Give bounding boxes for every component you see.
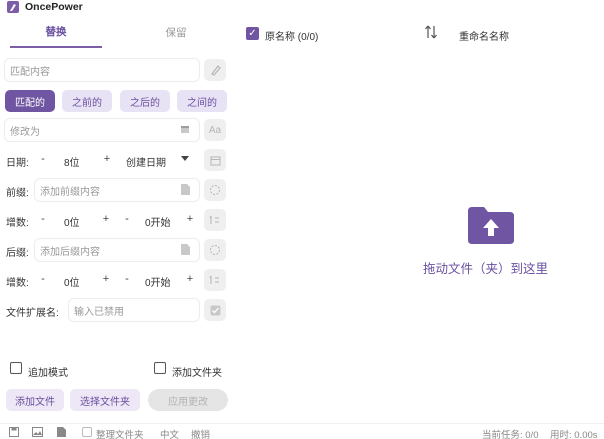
drop-zone-text: 拖动文件（夹）到这里 [423, 262, 549, 276]
increment-label: 增数: [6, 218, 29, 229]
save-icon[interactable] [8, 427, 19, 437]
increment-digits-value[interactable]: 0位 [64, 214, 80, 229]
append-mode-label: 追加模式 [28, 368, 68, 379]
elapsed-time-status: 用时: 0.00s [550, 430, 598, 439]
checkmark-icon[interactable] [204, 299, 226, 321]
sort-settings-icon[interactable] [204, 269, 226, 291]
add-folder-checkbox[interactable] [154, 362, 166, 374]
increment-digits-increment-button[interactable]: + [101, 213, 111, 225]
increment-digits-value[interactable]: 0位 [64, 274, 80, 289]
match-mode-matched[interactable]: 匹配的 [5, 90, 55, 112]
increment-start-decrement-button[interactable]: - [122, 273, 132, 285]
chevron-down-icon[interactable] [181, 156, 189, 161]
tab-keep[interactable]: 保留 [130, 16, 222, 48]
select-all-checkbox[interactable]: ✓ [246, 27, 259, 40]
language-toggle[interactable]: 中文 [160, 427, 179, 439]
title-bar: OncePower [0, 0, 604, 14]
increment-digits-decrement-button[interactable]: - [38, 273, 48, 285]
rename-options-panel: 替换 保留 匹配内容 匹配的 之前的 之后的 之间的 修改为 Aa 日期: - … [0, 16, 232, 416]
folder-upload-icon[interactable] [466, 205, 516, 245]
modify-to-input[interactable]: 修改为 [4, 118, 200, 142]
increment-start-value[interactable]: 0开始 [145, 274, 171, 289]
case-toggle-button[interactable]: Aa [204, 119, 226, 141]
match-mode-before[interactable]: 之前的 [62, 90, 112, 112]
increment-start-decrement-button[interactable]: - [122, 213, 132, 225]
date-increment-button[interactable]: + [102, 153, 112, 165]
increment-label: 增数: [6, 278, 29, 289]
extension-label: 文件扩展名: [6, 308, 59, 319]
increment-start-increment-button[interactable]: + [185, 213, 195, 225]
app-title: OncePower [25, 1, 83, 13]
extension-input[interactable]: 输入已禁用 [68, 298, 200, 322]
calendar-icon[interactable] [177, 121, 193, 137]
add-folder-label: 添加文件夹 [172, 368, 222, 379]
prefix-input[interactable]: 添加前缀内容 [34, 178, 200, 202]
date-digits-value[interactable]: 8位 [64, 154, 80, 169]
date-decrement-button[interactable]: - [38, 153, 48, 165]
add-file-button[interactable]: 添加文件 [6, 389, 64, 411]
date-type-select[interactable]: 创建日期 [126, 154, 166, 169]
select-folder-button[interactable]: 选择文件夹 [70, 389, 140, 411]
app-logo-icon [7, 1, 19, 13]
match-content-input[interactable]: 匹配内容 [4, 58, 200, 82]
image-icon[interactable] [32, 427, 43, 437]
increment-start-increment-button[interactable]: + [185, 273, 195, 285]
mode-tabs: 替换 保留 [0, 16, 232, 50]
renamed-name-header: 重命名名称 [459, 32, 509, 43]
sort-toggle-icon[interactable] [424, 24, 438, 43]
apply-changes-button[interactable]: 应用更改 [148, 389, 228, 411]
original-name-header: 原名称 (0/0) [265, 32, 319, 43]
prefix-label: 前缀: [6, 188, 29, 199]
match-mode-between[interactable]: 之间的 [177, 90, 227, 112]
increment-digits-decrement-button[interactable]: - [38, 213, 48, 225]
sort-settings-icon[interactable] [204, 209, 226, 231]
suffix-input[interactable]: 添加后缀内容 [34, 238, 200, 262]
organize-folder-label: 整理文件夹 [96, 430, 144, 439]
document-icon[interactable] [177, 181, 193, 197]
match-mode-after[interactable]: 之后的 [120, 90, 170, 112]
status-bar: 整理文件夹 中文 撤销 当前任务: 0/0 用时: 0.00s [0, 423, 604, 439]
increment-digits-increment-button[interactable]: + [101, 273, 111, 285]
refresh-icon[interactable] [204, 239, 226, 261]
date-calendar-icon[interactable] [204, 149, 226, 171]
append-mode-checkbox[interactable] [10, 362, 22, 374]
tab-replace[interactable]: 替换 [10, 16, 102, 48]
undo-button[interactable]: 撤销 [191, 427, 210, 439]
eraser-icon[interactable] [204, 59, 226, 81]
date-label: 日期: [6, 158, 29, 169]
current-tasks-status: 当前任务: 0/0 [482, 430, 539, 439]
organize-folder-checkbox[interactable] [82, 427, 92, 437]
increment-start-value[interactable]: 0开始 [145, 214, 171, 229]
refresh-icon[interactable] [204, 179, 226, 201]
file-icon[interactable] [56, 427, 67, 437]
suffix-label: 后缀: [6, 248, 29, 259]
document-icon[interactable] [177, 241, 193, 257]
